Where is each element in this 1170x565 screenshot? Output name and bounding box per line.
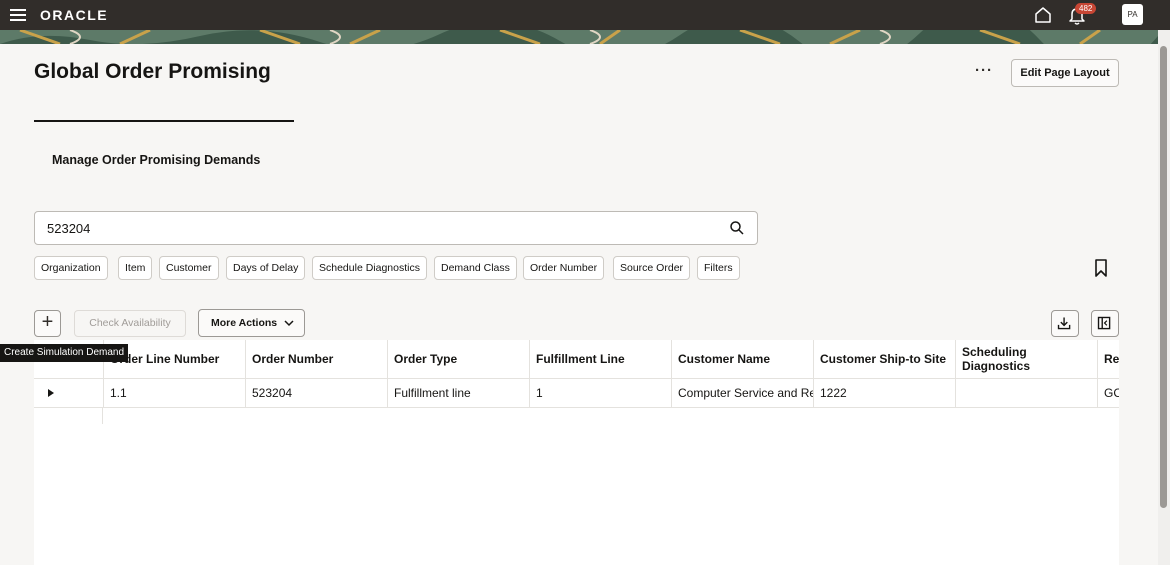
search-value: 523204 [47, 221, 91, 236]
page-scrollbar-thumb[interactable] [1160, 46, 1167, 508]
filter-chip-item[interactable]: Item [118, 256, 153, 280]
table-cell: GC [1097, 379, 1119, 407]
column-header-truncated[interactable]: Re [1097, 340, 1119, 378]
bookmark-icon[interactable] [1093, 259, 1109, 277]
edit-page-layout-button[interactable]: Edit Page Layout [1011, 59, 1119, 87]
column-header-customer-ship-to-site[interactable]: Customer Ship-to Site [813, 340, 955, 378]
page-title: Global Order Promising [34, 60, 271, 83]
check-availability-button: Check Availability [74, 310, 186, 337]
more-actions-button[interactable]: More Actions [198, 309, 305, 337]
more-options-icon[interactable]: ··· [975, 62, 993, 79]
expand-row-icon[interactable] [48, 389, 54, 397]
menu-icon[interactable] [10, 9, 26, 21]
more-actions-label: More Actions [211, 317, 278, 329]
filter-chip-source-order[interactable]: Source Order [613, 256, 691, 280]
table-cell: 1.1 [103, 379, 245, 407]
column-header-order-number[interactable]: Order Number [245, 340, 387, 378]
detach-panel-button[interactable] [1091, 310, 1119, 337]
tooltip: Create Simulation Demand [0, 344, 129, 362]
create-simulation-demand-button[interactable]: + [34, 310, 61, 337]
filter-chip-order-number[interactable]: Order Number [523, 256, 605, 280]
table-cell: Computer Service and Re [671, 379, 813, 407]
search-icon[interactable] [729, 220, 745, 236]
filter-chip-filters[interactable]: Filters [697, 256, 740, 280]
user-avatar[interactable]: PA [1122, 4, 1143, 25]
filter-chip-schedule-diagnostics[interactable]: Schedule Diagnostics [312, 256, 427, 280]
column-header-order-type[interactable]: Order Type [387, 340, 529, 378]
filter-chip-days-of-delay[interactable]: Days of Delay [226, 256, 306, 280]
search-input[interactable]: 523204 [34, 211, 758, 245]
global-header: ORACLE 482 PA [0, 0, 1170, 30]
demands-table: Order Line Number Order Number Order Typ… [34, 340, 1119, 565]
panel-toggle-icon [1097, 316, 1111, 330]
column-header-scheduling-diagnostics[interactable]: Scheduling Diagnostics [955, 340, 1097, 378]
row-divider [34, 407, 1119, 408]
section-title: Manage Order Promising Demands [52, 153, 261, 167]
filter-chip-customer[interactable]: Customer [159, 256, 219, 280]
column-header-fulfillment-line[interactable]: Fulfillment Line [529, 340, 671, 378]
chevron-down-icon [284, 320, 294, 327]
export-button[interactable] [1051, 310, 1079, 337]
filter-chip-organization[interactable]: Organization [34, 256, 108, 280]
notification-count-badge: 482 [1075, 3, 1097, 14]
table-cell: 523204 [245, 379, 387, 407]
column-divider [102, 408, 103, 424]
column-header-customer-name[interactable]: Customer Name [671, 340, 813, 378]
download-icon [1057, 317, 1071, 330]
filter-chip-demand-class[interactable]: Demand Class [434, 256, 517, 280]
active-tab-indicator [34, 120, 294, 122]
decorative-banner [0, 30, 1158, 44]
table-cell: Fulfillment line [387, 379, 529, 407]
home-icon[interactable] [1033, 5, 1053, 25]
table-cell: 1 [529, 379, 671, 407]
oracle-logo: ORACLE [40, 7, 109, 23]
table-cell [955, 379, 1097, 407]
table-cell: 1222 [813, 379, 955, 407]
